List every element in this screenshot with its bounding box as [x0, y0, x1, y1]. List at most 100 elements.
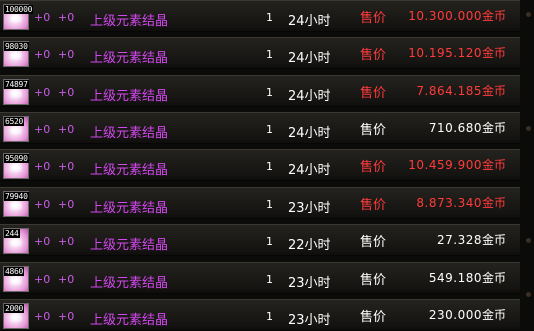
currency-label: 金币 [481, 84, 506, 98]
crystal-shine [10, 51, 22, 60]
item-quantity: 1 [266, 160, 273, 173]
currency-label: 金币 [481, 9, 506, 23]
listing-row[interactable]: 100000 +0 +0 上级元素结晶 1 24小时 售价 10.300.000… [0, 0, 520, 32]
currency-label: 金币 [481, 46, 506, 60]
element-crystal-icon[interactable]: 100000 [3, 4, 34, 30]
time-remaining: 24小时 [288, 51, 331, 66]
upgrade-level: +0 [34, 310, 51, 323]
amplify-level: +0 [58, 11, 75, 24]
price: 10.300.000金币 [408, 7, 506, 24]
price: 10.459.900金币 [408, 156, 506, 173]
listing-row[interactable]: 244 +0 +0 上级元素结晶 1 22小时 售价 27.328金币 [0, 224, 520, 256]
upgrade-level: +0 [34, 273, 51, 286]
price-value: 10.195.120 [408, 46, 482, 60]
item-name: 上级元素结晶 [90, 201, 169, 216]
crystal-shine [10, 276, 22, 285]
price-label: 售价 [360, 11, 387, 26]
item-quantity: 1 [266, 123, 273, 136]
item-name: 上级元素结晶 [90, 14, 169, 29]
item-quantity: 1 [266, 86, 273, 99]
item-name: 上级元素结晶 [90, 89, 169, 104]
item-name: 上级元素结晶 [90, 238, 169, 253]
price-label: 售价 [360, 123, 387, 138]
time-remaining: 23小时 [288, 201, 331, 216]
price-label: 售价 [360, 160, 387, 175]
upgrade-level: +0 [34, 123, 51, 136]
frame-rivet [526, 292, 531, 297]
upgrade-level: +0 [34, 86, 51, 99]
item-quantity: 1 [266, 273, 273, 286]
element-crystal-icon[interactable]: 79940 [3, 191, 29, 217]
listing-row[interactable]: 2000 +0 +0 上级元素结晶 1 23小时 售价 230.000金币 [0, 299, 520, 331]
crystal-shine [10, 89, 22, 98]
amplify-level: +0 [58, 86, 75, 99]
listing-row[interactable]: 79940 +0 +0 上级元素结晶 1 23小时 售价 8.873.340金币 [0, 187, 520, 219]
price-label: 售价 [360, 235, 387, 250]
frame-rivet [526, 12, 531, 17]
upgrade-level: +0 [34, 198, 51, 211]
frame-rivet [526, 238, 531, 243]
stack-count: 79940 [4, 192, 29, 201]
price-value: 7.864.185 [416, 84, 482, 98]
currency-label: 金币 [481, 158, 506, 172]
stack-count: 6520 [4, 117, 25, 126]
amplify-level: +0 [58, 123, 75, 136]
crystal-shine [10, 14, 22, 23]
price-value: 8.873.340 [416, 196, 482, 210]
listing-row[interactable]: 4860 +0 +0 上级元素结晶 1 23小时 售价 549.180金币 [0, 262, 520, 294]
amplify-level: +0 [58, 198, 75, 211]
amplify-level: +0 [58, 235, 75, 248]
price-label: 售价 [360, 48, 387, 63]
crystal-shine [10, 313, 22, 322]
item-name: 上级元素结晶 [90, 163, 169, 178]
crystal-shine [10, 238, 22, 247]
amplify-level: +0 [58, 273, 75, 286]
element-crystal-icon[interactable]: 244 [3, 228, 29, 254]
price-value: 10.459.900 [408, 158, 482, 172]
time-remaining: 24小时 [288, 163, 331, 178]
upgrade-level: +0 [34, 11, 51, 24]
price: 8.873.340金币 [416, 194, 506, 211]
price-label: 售价 [360, 198, 387, 213]
price-value: 27.328 [436, 233, 482, 247]
frame-rivet [526, 126, 531, 131]
price: 27.328金币 [437, 231, 506, 248]
upgrade-level: +0 [34, 160, 51, 173]
element-crystal-icon[interactable]: 95090 [3, 153, 29, 179]
item-name: 上级元素结晶 [90, 126, 169, 141]
price: 549.180金币 [429, 269, 506, 286]
time-remaining: 24小时 [288, 89, 331, 104]
element-crystal-icon[interactable]: 74897 [3, 79, 29, 105]
crystal-shine [10, 126, 22, 135]
price: 10.195.120金币 [408, 44, 506, 61]
time-remaining: 23小时 [288, 313, 331, 328]
price-value: 710.680 [428, 121, 482, 135]
listing-row[interactable]: 74897 +0 +0 上级元素结晶 1 24小时 售价 7.864.185金币 [0, 75, 520, 107]
listing-row[interactable]: 6520 +0 +0 上级元素结晶 1 24小时 售价 710.680金币 [0, 112, 520, 144]
item-quantity: 1 [266, 198, 273, 211]
amplify-level: +0 [58, 310, 75, 323]
stack-count: 74897 [4, 80, 29, 89]
price-label: 售价 [360, 273, 387, 288]
stack-count: 244 [4, 229, 20, 238]
price-value: 230.000 [428, 308, 482, 322]
currency-label: 金币 [481, 308, 506, 322]
element-crystal-icon[interactable]: 6520 [3, 116, 29, 142]
listing-row[interactable]: 95090 +0 +0 上级元素结晶 1 24小时 售价 10.459.900金… [0, 149, 520, 181]
price-value: 10.300.000 [408, 9, 482, 23]
crystal-shine [10, 163, 22, 172]
element-crystal-icon[interactable]: 4860 [3, 266, 29, 292]
time-remaining: 24小时 [288, 14, 331, 29]
time-remaining: 23小时 [288, 276, 331, 291]
currency-label: 金币 [481, 271, 506, 285]
price: 7.864.185金币 [416, 82, 506, 99]
element-crystal-icon[interactable]: 2000 [3, 303, 29, 329]
upgrade-level: +0 [34, 235, 51, 248]
time-remaining: 22小时 [288, 238, 331, 253]
amplify-level: +0 [58, 48, 75, 61]
crystal-shine [10, 201, 22, 210]
element-crystal-icon[interactable]: 98030 [3, 41, 29, 67]
price-label: 售价 [360, 310, 387, 325]
time-remaining: 24小时 [288, 126, 331, 141]
listing-row[interactable]: 98030 +0 +0 上级元素结晶 1 24小时 售价 10.195.120金… [0, 37, 520, 69]
